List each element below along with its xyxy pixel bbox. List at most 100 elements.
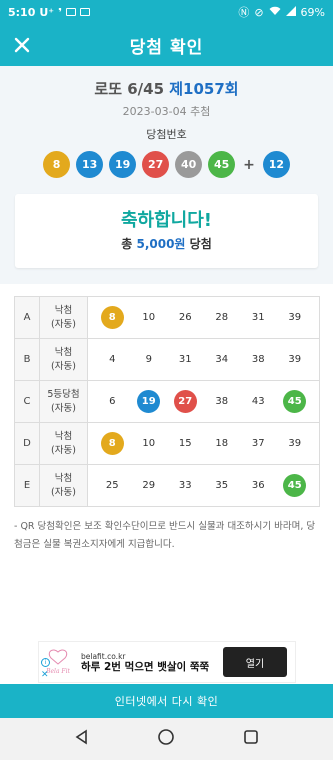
ticket-result-line: 낙첨 (54, 430, 73, 442)
ticket-number: 28 (215, 312, 229, 323)
status-bar: 5:10 U⁺ ❜ Ⓝ ⊘ 69% (0, 0, 333, 24)
prize-amount: 5,000원 (136, 237, 186, 251)
ticket-result-line: 낙첨 (54, 472, 73, 484)
home-icon (158, 729, 175, 745)
message-icon (65, 8, 76, 16)
ticket-number: 26 (178, 312, 192, 323)
ticket-numbers: 4 9 31 34 38 39 (87, 338, 320, 381)
recents-nav-button[interactable] (243, 729, 259, 749)
ticket-result-line: 낙첨 (54, 304, 73, 316)
ticket-result: 낙첨 (자동) (39, 296, 88, 339)
ticket-number: 33 (178, 480, 192, 491)
prize-suffix: 당첨 (189, 237, 212, 251)
ad-info-icon[interactable]: i (41, 658, 50, 667)
ticket-number: 43 (251, 396, 265, 407)
ad-open-button[interactable]: 열기 (223, 647, 287, 677)
ticket-result-line: (자동) (51, 402, 76, 414)
ticket-result: 5등당첨 (자동) (39, 380, 88, 423)
ticket-row: C 5등당첨 (자동) 6 19 27 38 43 45 (14, 380, 320, 423)
ticket-label: D (14, 422, 40, 465)
ad-close-icon[interactable]: ✕ (41, 670, 49, 680)
winning-ball: 19 (109, 151, 137, 178)
ticket-number: 9 (145, 354, 152, 365)
winning-ball: 13 (76, 151, 104, 178)
game-name: 로또 6/45 (94, 80, 165, 98)
draw-date: 2023-03-04 추첨 (122, 105, 211, 118)
nfc-icon: Ⓝ (238, 6, 250, 19)
notice-text: - QR 당첨확인은 보조 확인수단이므로 반드시 실물과 대조하시기 바라며,… (14, 521, 316, 550)
bonus-ball: 12 (262, 151, 290, 178)
winning-numbers: 8 13 19 27 40 45 +12 (0, 151, 333, 178)
ticket-number: 10 (142, 312, 156, 323)
gallery-icon (79, 8, 90, 16)
ticket-label: E (14, 464, 40, 507)
back-nav-button[interactable] (74, 729, 90, 749)
battery-percent: 69% (300, 5, 325, 19)
wifi-icon (269, 6, 281, 19)
ad-text: belafit.co.kr 하루 2번 먹으면 뱃살이 쭉쭉 (77, 652, 223, 673)
matched-number-ball: 19 (137, 390, 161, 413)
ad-banner[interactable]: i ✕ Bela Fit belafit.co.kr 하루 2번 먹으면 뱃살이… (38, 641, 296, 683)
ticket-result: 낙첨 (자동) (39, 422, 88, 465)
ticket-numbers: 8 10 15 18 37 39 (87, 422, 320, 465)
ticket-number: 39 (288, 312, 302, 323)
winning-ball: 27 (142, 151, 170, 178)
winning-ball: 40 (175, 151, 203, 178)
ticket-result-line: (자동) (51, 444, 76, 456)
matched-number-ball: 8 (100, 432, 124, 455)
ticket-number: 6 (109, 396, 116, 407)
status-time: 5:10 (8, 5, 36, 19)
ticket-result: 낙첨 (자동) (39, 464, 88, 507)
ticket-number: 39 (288, 354, 302, 365)
ticket-number: 39 (288, 438, 302, 449)
ticket-number: 10 (142, 438, 156, 449)
status-right-icons: Ⓝ ⊘ 69% (238, 4, 325, 20)
ticket-result-line: 5등당첨 (47, 388, 80, 400)
ticket-number: 35 (215, 480, 229, 491)
ticket-number: 34 (215, 354, 229, 365)
ad-domain: belafit.co.kr (81, 651, 126, 661)
bonus-plus-sign: + (243, 156, 255, 173)
ticket-number: 36 (251, 480, 265, 491)
round-heading: 로또 6/45 제1057회 (0, 78, 333, 99)
mute-icon: ⊘ (254, 5, 264, 19)
ticket-result: 낙첨 (자동) (39, 338, 88, 381)
close-button[interactable] (10, 33, 34, 57)
winning-ball: 8 (43, 151, 71, 178)
ticket-row: A 낙첨 (자동) 8 10 26 28 31 39 (14, 296, 320, 339)
ticket-result-line: 낙첨 (54, 346, 73, 358)
prize-line: 총 5,000원 당첨 (15, 235, 318, 252)
back-icon (75, 729, 87, 745)
ticket-number: 38 (215, 396, 229, 407)
matched-number-ball: 27 (173, 390, 197, 413)
signal-icon (285, 5, 296, 19)
system-nav-bar (0, 718, 333, 760)
ticket-number: 31 (251, 312, 265, 323)
ticket-numbers: 25 29 33 35 36 45 (87, 464, 320, 507)
winning-numbers-label: 당첨번호 (146, 128, 187, 141)
recents-icon (244, 730, 258, 744)
ticket-number: 18 (215, 438, 229, 449)
winning-ball: 45 (208, 151, 236, 178)
ticket-numbers: 8 10 26 28 31 39 (87, 296, 320, 339)
ticket-number: 38 (251, 354, 265, 365)
prize-prefix: 총 (121, 237, 133, 251)
status-left-icons: U⁺ ❜ (39, 6, 90, 19)
congrats-box: 축하합니다! 총 5,000원 당첨 (15, 194, 318, 268)
round-number: 제1057회 (169, 80, 239, 98)
ticket-table: A 낙첨 (자동) 8 10 26 28 31 39 B 낙첨 (자동) 4 9 31 34 38 39 C 5등당첨… (14, 296, 320, 507)
page-title: 당첨 확인 (129, 37, 204, 58)
ad-headline: 하루 2번 먹으면 뱃살이 쭉쭉 (81, 660, 210, 673)
home-nav-button[interactable] (157, 728, 175, 750)
matched-number-ball: 45 (283, 474, 307, 497)
ticket-number: 15 (178, 438, 192, 449)
result-panel: 로또 6/45 제1057회 2023-03-04 추첨 당첨번호 8 13 19 2… (0, 66, 333, 284)
ticket-row: D 낙첨 (자동) 8 10 15 18 37 39 (14, 422, 320, 465)
ticket-number: 31 (178, 354, 192, 365)
ticket-number: 25 (105, 480, 119, 491)
ticket-numbers: 6 19 27 38 43 45 (87, 380, 320, 423)
recheck-online-button[interactable]: 인터넷에서 다시 확인 (0, 684, 333, 718)
svg-text:Bela Fit: Bela Fit (45, 668, 70, 675)
ticket-label: B (14, 338, 40, 381)
matched-number-ball: 8 (100, 306, 124, 329)
